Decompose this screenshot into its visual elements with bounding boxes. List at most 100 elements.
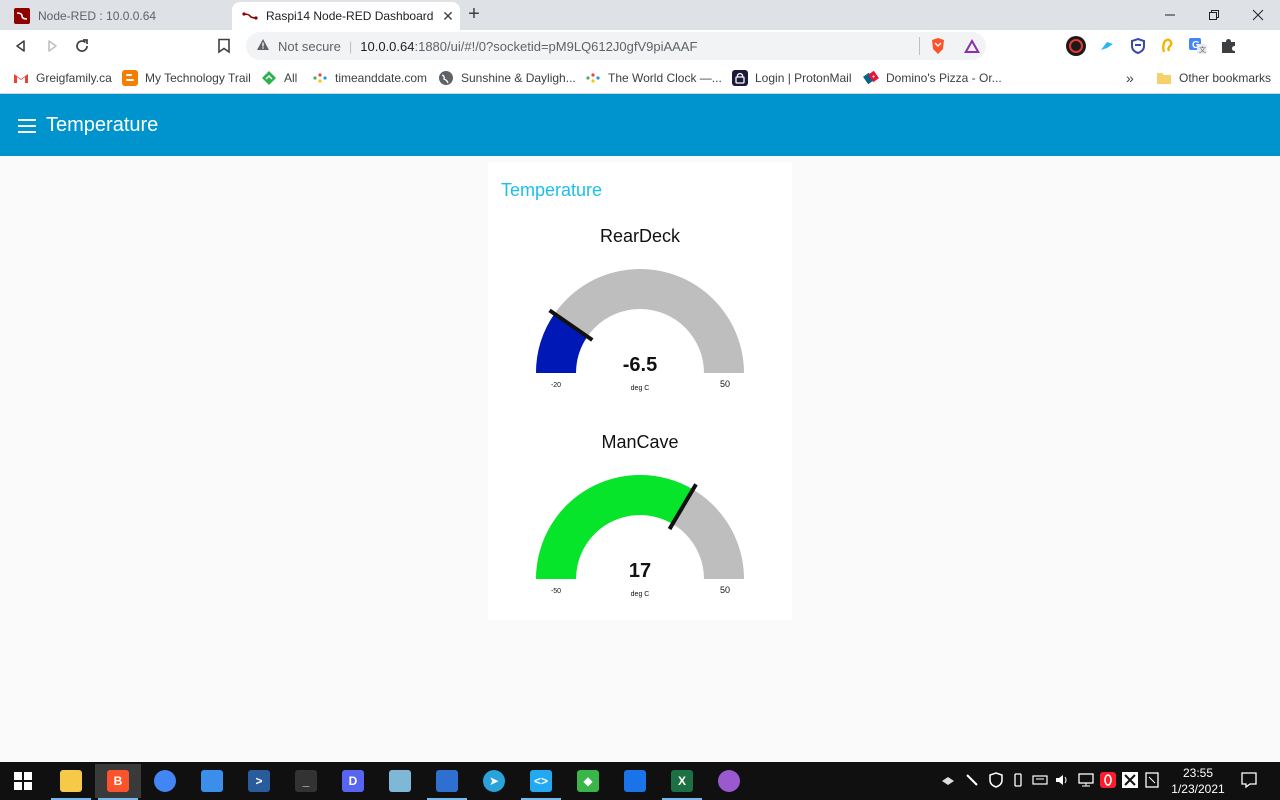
taskbar-app-window[interactable]	[612, 764, 658, 798]
reload-icon[interactable]	[70, 34, 94, 58]
notes-icon[interactable]	[1144, 772, 1160, 788]
other-bookmarks-folder[interactable]: Other bookmarks	[1156, 69, 1271, 87]
bookmark-sunshine-daylight[interactable]: Sunshine & Dayligh...	[438, 69, 576, 87]
url-text[interactable]: 10.0.0.64:1880/ui/#!/0?socketid=pM9LQ612…	[360, 39, 697, 54]
extension-vivaldi-icon[interactable]	[1066, 36, 1086, 56]
tab-title: Raspi14 Node-RED Dashboard	[266, 9, 434, 23]
taskbar-clock[interactable]: 23:55 1/23/2021	[1166, 765, 1230, 797]
folder-icon	[1156, 70, 1172, 86]
proton-icon	[732, 70, 748, 86]
taskbar-app-vscode[interactable]: <>	[518, 764, 564, 800]
address-bar[interactable]: Not secure | 10.0.0.64:1880/ui/#!/0?sock…	[246, 32, 986, 60]
gauge-reardeck: -6.5 deg C -20 50 RearDeck	[488, 226, 792, 426]
taskbar-app-excel[interactable]: X	[659, 764, 705, 800]
bookmark-timeanddate[interactable]: timeanddate.com	[312, 69, 427, 87]
git-icon: ◆	[577, 770, 599, 792]
dots-icon	[312, 70, 328, 86]
restore-icon[interactable]	[1192, 0, 1236, 30]
group-title: Temperature	[501, 180, 603, 200]
usb-icon[interactable]	[1010, 772, 1026, 788]
security-shield-icon[interactable]	[988, 772, 1004, 788]
tab-title: Node-RED : 10.0.0.64	[38, 9, 157, 23]
tab-node-red-dashboard[interactable]: Raspi14 Node-RED Dashboard ✕	[232, 2, 460, 30]
bookmark-icon[interactable]	[212, 34, 236, 58]
url-path: :1880/ui/#!/0?socketid=pM9LQ612J0gfV9piA…	[414, 38, 698, 54]
node-red-favicon-icon	[14, 8, 30, 24]
blogger-icon	[122, 70, 138, 86]
chrome-icon	[154, 770, 176, 792]
extension-shield-icon[interactable]	[1128, 36, 1148, 56]
taskbar-app-terminal[interactable]: _	[283, 764, 329, 798]
taskbar-app-brave[interactable]: B	[95, 764, 141, 800]
taskbar-app-git[interactable]: ◆	[565, 764, 611, 798]
taskbar-app-rdp[interactable]	[189, 764, 235, 798]
new-tab-icon[interactable]: +	[462, 4, 486, 26]
google-translate-icon[interactable]: G文	[1188, 36, 1208, 56]
taskbar-app-telegram[interactable]: ➤	[471, 764, 517, 798]
bookmark-protonmail[interactable]: Login | ProtonMail	[732, 69, 852, 87]
minimize-icon[interactable]	[1148, 0, 1192, 30]
start-button[interactable]	[0, 764, 46, 798]
folder-icon	[60, 770, 82, 792]
bookmark-label: Domino's Pizza - Or...	[886, 71, 1002, 85]
pen-icon[interactable]	[964, 772, 980, 788]
discord-icon: D	[342, 770, 364, 792]
taskbar-app-ink[interactable]	[706, 764, 752, 798]
taskbar-app-discord[interactable]: D	[330, 764, 376, 798]
telegram-icon: ➤	[483, 770, 505, 792]
terminal-icon: _	[295, 770, 317, 792]
bookmark-all[interactable]: All	[261, 69, 297, 87]
input-method-icon[interactable]	[1032, 772, 1048, 788]
gauge-title: ManCave	[601, 432, 679, 452]
taskbar-app-notepad[interactable]	[377, 764, 423, 798]
notifications-icon[interactable]	[1240, 771, 1258, 789]
group-card-temperature: Temperature -6.5 deg C -20 50 RearDeck 17 de…	[488, 162, 792, 620]
brave-rewards-icon[interactable]	[962, 36, 982, 56]
clock-time: 23:55	[1182, 766, 1214, 780]
browser-toolbar: Not secure | 10.0.0.64:1880/ui/#!/0?sock…	[0, 30, 1280, 62]
volume-icon[interactable]	[1054, 772, 1070, 788]
gauge-max-label: 50	[720, 585, 730, 595]
app-x-icon[interactable]	[1122, 772, 1138, 788]
brave-shields-icon[interactable]	[928, 36, 948, 56]
window-icon	[624, 770, 646, 792]
taskbar-app-powershell[interactable]: >	[236, 764, 282, 798]
network-drive-icon[interactable]	[940, 772, 956, 788]
extensions-puzzle-icon[interactable]	[1219, 36, 1239, 56]
brave-icon: B	[107, 770, 129, 792]
close-window-icon[interactable]	[1236, 0, 1280, 30]
gauge-value: 17	[629, 560, 651, 582]
extension-pin-icon[interactable]	[1097, 36, 1117, 56]
taskbar-app-chrome[interactable]	[142, 764, 188, 798]
back-icon[interactable]	[9, 34, 33, 58]
bookmarks-overflow-button[interactable]: »	[1126, 69, 1134, 87]
bookmark-label: Sunshine & Dayligh...	[461, 71, 576, 85]
gauge-dial: 17 deg C -50 50	[536, 475, 744, 598]
display-icon[interactable]	[1078, 772, 1094, 788]
bookmark-my-technology-trail[interactable]: My Technology Trail	[122, 69, 251, 87]
address-divider	[919, 37, 920, 55]
bookmark-label: timeanddate.com	[335, 71, 428, 85]
security-status[interactable]: Not secure	[278, 39, 341, 54]
warning-icon[interactable]	[254, 38, 272, 54]
windows-taskbar: B > _ D ➤ <> ◆ X 23:55 1/23/2021	[0, 762, 1280, 800]
close-tab-icon[interactable]: ✕	[436, 8, 460, 25]
opera-icon[interactable]	[1100, 772, 1116, 788]
forward-icon[interactable]	[40, 34, 64, 58]
tab-node-red-editor[interactable]: Node-RED : 10.0.0.64	[4, 2, 230, 30]
powershell-icon: >	[248, 770, 270, 792]
taskbar-app-file-explorer[interactable]	[48, 764, 94, 800]
page-title: Temperature	[46, 114, 159, 136]
bookmark-world-clock[interactable]: The World Clock —...	[585, 69, 722, 87]
gauge-min-label: -20	[551, 382, 561, 389]
extension-ear-icon[interactable]	[1157, 36, 1177, 56]
gauge-mancave: 17 deg C -50 50 ManCave	[488, 432, 792, 632]
excel-icon: X	[671, 770, 693, 792]
taskbar-app-network[interactable]	[424, 764, 470, 800]
bookmark-greigfamily[interactable]: Greigfamily.ca	[13, 69, 112, 87]
network-icon	[436, 770, 458, 792]
hamburger-menu-icon[interactable]	[14, 113, 40, 139]
bookmark-dominos[interactable]: Domino's Pizza - Or...	[863, 69, 1002, 87]
browser-tab-strip: Node-RED : 10.0.0.64 Raspi14 Node-RED Da…	[0, 0, 1280, 30]
dashboard-content: Temperature -6.5 deg C -20 50 RearDeck 17 de…	[0, 156, 1280, 762]
